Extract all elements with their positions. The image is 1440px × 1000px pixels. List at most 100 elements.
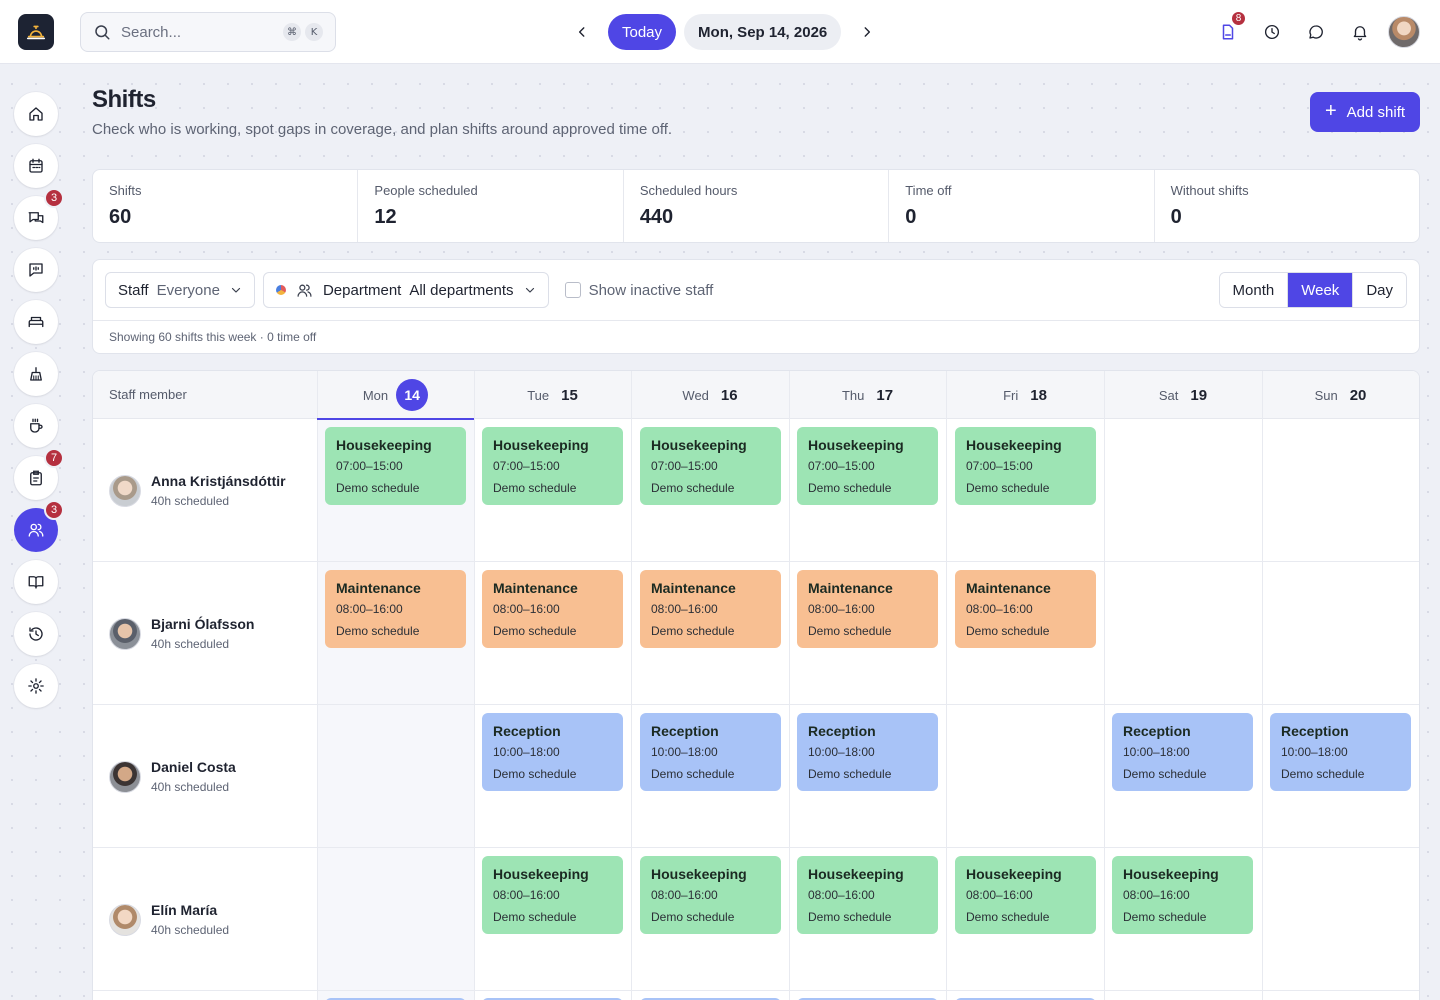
- view-day-button[interactable]: Day: [1353, 273, 1406, 307]
- shift-time: 08:00–16:00: [493, 888, 560, 902]
- sidebar-item-feedback[interactable]: [14, 248, 58, 292]
- shift-card[interactable]: Housekeeping 08:00–16:00 Demo schedule: [955, 856, 1096, 934]
- staff-name: Anna Kristjánsdóttir: [151, 473, 286, 489]
- calendar-icon: [29, 158, 43, 173]
- sidebar: 3 7 3: [14, 92, 64, 716]
- sidebar-item-settings[interactable]: [14, 664, 58, 708]
- today-button[interactable]: Today: [608, 14, 677, 50]
- next-week-button[interactable]: [851, 16, 883, 48]
- staff-member-cell[interactable]: Elín María 40h scheduled: [109, 848, 229, 991]
- day-header-sun[interactable]: Sun 20: [1262, 371, 1419, 419]
- shift-title: Housekeeping: [1123, 866, 1219, 882]
- shift-title: Housekeeping: [966, 866, 1062, 882]
- shift-card[interactable]: Maintenance 08:00–16:00 Demo schedule: [797, 570, 938, 648]
- day-header-mon[interactable]: Mon 14: [317, 371, 474, 420]
- shift-title: Reception: [1123, 723, 1191, 739]
- shift-card[interactable]: Housekeeping 08:00–16:00 Demo schedule: [797, 856, 938, 934]
- shift-card[interactable]: Housekeeping 07:00–15:00 Demo schedule: [640, 427, 781, 505]
- shift-card[interactable]: Reception 10:00–18:00 Demo schedule: [1270, 713, 1411, 791]
- shift-title: Housekeeping: [336, 437, 432, 453]
- shift-schedule: Demo schedule: [336, 624, 420, 638]
- shift-title: Housekeeping: [808, 866, 904, 882]
- users-icon: [28, 523, 44, 537]
- notifications-button[interactable]: [1338, 12, 1382, 52]
- conversations-icon: [28, 212, 44, 224]
- sidebar-item-housekeeping[interactable]: [14, 352, 58, 396]
- previous-week-button[interactable]: [566, 16, 598, 48]
- shift-card[interactable]: Housekeeping 08:00–16:00 Demo schedule: [640, 856, 781, 934]
- staff-member-cell[interactable]: Daniel Costa 40h scheduled: [109, 705, 236, 848]
- shift-schedule: Demo schedule: [493, 624, 577, 638]
- staff-member-cell[interactable]: Bjarni Ólafsson 40h scheduled: [109, 562, 254, 705]
- user-avatar[interactable]: [1388, 16, 1420, 48]
- shift-card[interactable]: Reception 10:00–18:00 Demo schedule: [640, 713, 781, 791]
- top-actions: 8: [1206, 10, 1420, 52]
- show-inactive-checkbox[interactable]: [564, 282, 581, 298]
- search-icon: [95, 25, 110, 40]
- staff-filter-dropdown[interactable]: Staff Everyone: [105, 272, 255, 308]
- search-input[interactable]: Search... ⌘ K: [80, 12, 336, 52]
- current-date-picker[interactable]: Mon, Sep 14, 2026: [684, 14, 842, 50]
- day-number: 17: [876, 386, 894, 404]
- stat-without-shifts: Without shifts 0: [1155, 170, 1419, 242]
- shift-card[interactable]: Reception 10:00–18:00 Demo schedule: [1112, 713, 1253, 791]
- stat-value: 0: [1170, 206, 1182, 228]
- staff-hours: 40h scheduled: [151, 637, 230, 651]
- sidebar-item-guidebook[interactable]: [14, 560, 58, 604]
- staff-hours: 40h scheduled: [151, 780, 230, 794]
- day-header-tue[interactable]: Tue 15: [474, 371, 631, 419]
- shift-card[interactable]: Housekeeping 07:00–15:00 Demo schedule: [482, 427, 623, 505]
- day-header-thu[interactable]: Thu 17: [789, 371, 946, 419]
- staff-member-cell[interactable]: Anna Kristjánsdóttir 40h scheduled: [109, 419, 286, 562]
- day-header-wed[interactable]: Wed 16: [631, 371, 789, 419]
- staff-filter-value: Everyone: [156, 281, 220, 299]
- shift-card[interactable]: Housekeeping 07:00–15:00 Demo schedule: [955, 427, 1096, 505]
- shift-card[interactable]: Housekeeping 07:00–15:00 Demo schedule: [325, 427, 466, 505]
- shift-card[interactable]: Housekeeping 08:00–16:00 Demo schedule: [482, 856, 623, 934]
- day-header-fri[interactable]: Fri 18: [946, 371, 1104, 419]
- tasks-button[interactable]: 8: [1206, 10, 1250, 52]
- department-filter-dropdown[interactable]: Department All departments: [262, 272, 549, 308]
- sidebar-item-tasks[interactable]: 7: [14, 448, 64, 500]
- shift-card[interactable]: Housekeeping 08:00–16:00 Demo schedule: [1112, 856, 1253, 934]
- day-name: Wed: [682, 387, 709, 403]
- messages-button[interactable]: [1294, 12, 1338, 52]
- app-logo[interactable]: [18, 14, 54, 50]
- sidebar-item-conversations[interactable]: 3: [14, 188, 64, 240]
- sidebar-item-staff[interactable]: 3: [14, 500, 64, 552]
- sidebar-item-breakfast[interactable]: [14, 404, 58, 448]
- sidebar-item-history[interactable]: [14, 612, 58, 656]
- sidebar-item-rooms[interactable]: [14, 300, 58, 344]
- shortcut-cmd-key: ⌘: [283, 23, 301, 41]
- sidebar-item-calendar[interactable]: [14, 144, 58, 188]
- view-week-button[interactable]: Week: [1288, 273, 1354, 307]
- shift-schedule: Demo schedule: [1123, 910, 1207, 924]
- shift-time: 10:00–18:00: [1281, 745, 1348, 759]
- shift-card[interactable]: Maintenance 08:00–16:00 Demo schedule: [325, 570, 466, 648]
- shift-card[interactable]: Maintenance 08:00–16:00 Demo schedule: [955, 570, 1096, 648]
- day-header-sat[interactable]: Sat 19: [1104, 371, 1262, 419]
- add-shift-button[interactable]: + Add shift: [1310, 92, 1420, 132]
- shift-card[interactable]: Reception 10:00–18:00 Demo schedule: [482, 713, 623, 791]
- history-icon: [29, 627, 43, 641]
- shift-card[interactable]: Maintenance 08:00–16:00 Demo schedule: [640, 570, 781, 648]
- add-shift-label: Add shift: [1346, 103, 1406, 121]
- sidebar-item-home[interactable]: [14, 92, 58, 136]
- staff-badge: 3: [44, 500, 64, 520]
- show-inactive-toggle[interactable]: Show inactive staff: [564, 282, 713, 299]
- shift-card[interactable]: Maintenance 08:00–16:00 Demo schedule: [482, 570, 623, 648]
- shift-time: 10:00–18:00: [808, 745, 875, 759]
- view-month-button[interactable]: Month: [1219, 273, 1289, 307]
- staff-info: Elín María 40h scheduled: [151, 902, 229, 937]
- department-color-dot-icon: [275, 285, 286, 295]
- shift-schedule: Demo schedule: [651, 767, 735, 781]
- search-placeholder: Search...: [121, 23, 182, 41]
- stat-value: 440: [639, 206, 674, 228]
- shift-schedule: Demo schedule: [808, 481, 892, 495]
- shift-card[interactable]: Housekeeping 07:00–15:00 Demo schedule: [797, 427, 938, 505]
- shift-card[interactable]: Reception 10:00–18:00 Demo schedule: [797, 713, 938, 791]
- time-clock-button[interactable]: [1250, 12, 1294, 52]
- day-number: 15: [561, 386, 578, 404]
- message-square-icon: [29, 263, 43, 277]
- shift-time: 07:00–15:00: [336, 459, 403, 473]
